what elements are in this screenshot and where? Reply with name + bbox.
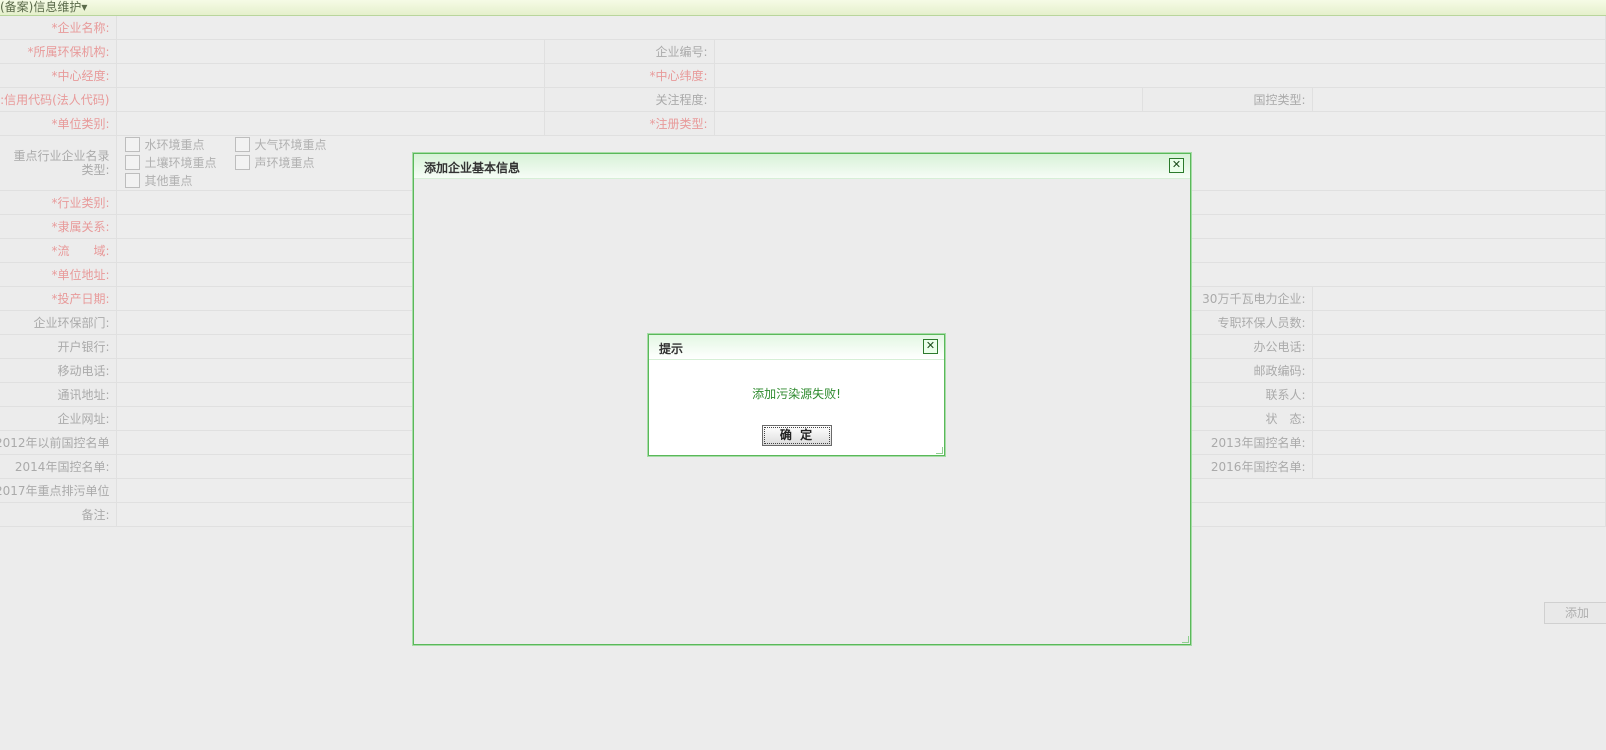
label-key-industry: 重点行业企业名录类型: bbox=[0, 135, 117, 191]
checkbox-soil[interactable]: 土壤环境重点 bbox=[123, 154, 233, 172]
menu-title[interactable]: (备案)信息维护▾ bbox=[0, 0, 87, 15]
label-mobile: 移动电话: bbox=[0, 358, 117, 383]
label-remark: 备注: bbox=[0, 502, 117, 527]
top-menu-bar: (备案)信息维护▾ bbox=[0, 0, 1606, 16]
label-affiliation: *隶属关系: bbox=[0, 214, 117, 239]
checkbox-box[interactable] bbox=[124, 173, 140, 188]
label-center-lat: *中心纬度: bbox=[544, 63, 715, 88]
checkbox-other[interactable]: 其他重点 bbox=[123, 172, 233, 190]
label-list-2014: 2014年国控名单: bbox=[0, 454, 117, 479]
label-website: 企业网址: bbox=[0, 406, 117, 431]
label-attention: 关注程度: bbox=[544, 87, 715, 112]
label-start-date: *投产日期: bbox=[0, 286, 117, 311]
input-control-type[interactable] bbox=[1312, 87, 1606, 112]
input-env-staff[interactable] bbox=[1312, 310, 1606, 335]
resize-handle[interactable] bbox=[1182, 636, 1189, 643]
input-reg-type[interactable] bbox=[714, 111, 1606, 136]
label-company-no: 企业编号: bbox=[544, 39, 715, 64]
checkbox-air[interactable]: 大气环境重点 bbox=[233, 136, 423, 154]
label-bank: 开户银行: bbox=[0, 334, 117, 359]
resize-handle[interactable] bbox=[936, 447, 943, 454]
label-control-type: 国控类型: bbox=[1142, 87, 1313, 112]
input-company-no[interactable] bbox=[714, 39, 1606, 64]
input-list-2016[interactable] bbox=[1312, 454, 1606, 479]
label-center-lng: *中心经度: bbox=[0, 63, 117, 88]
alert-titlebar[interactable]: 提示 ✕ bbox=[649, 335, 944, 360]
label-env-org: *所属环保机构: bbox=[0, 39, 117, 64]
checkbox-box[interactable] bbox=[124, 155, 140, 170]
checkbox-box[interactable] bbox=[234, 137, 250, 152]
ok-button[interactable]: 确 定 bbox=[762, 425, 832, 446]
label-env-dept: 企业环保部门: bbox=[0, 310, 117, 335]
input-center-lng[interactable] bbox=[116, 63, 545, 88]
label-unit-category: *单位类别: bbox=[0, 111, 117, 136]
label-key-2017: 2017年重点排污单位: bbox=[0, 478, 117, 503]
label-company-name: *企业名称: bbox=[0, 16, 117, 40]
checkbox-box[interactable] bbox=[234, 155, 250, 170]
label-mail-address: 通讯地址: bbox=[0, 382, 117, 407]
label-industry-category: *行业类别: bbox=[0, 190, 117, 215]
label-basin: *流 域: bbox=[0, 238, 117, 263]
close-icon[interactable]: ✕ bbox=[1169, 158, 1184, 173]
input-postcode[interactable] bbox=[1312, 358, 1606, 383]
label-list-before-2012: 2012年以前国控名单: bbox=[0, 430, 117, 455]
input-center-lat[interactable] bbox=[714, 63, 1606, 88]
checkbox-noise[interactable]: 声环境重点 bbox=[233, 154, 423, 172]
checkbox-water[interactable]: 水环境重点 bbox=[123, 136, 233, 154]
label-unit-address: *单位地址: bbox=[0, 262, 117, 287]
checkbox-box[interactable] bbox=[124, 137, 140, 152]
input-office-phone[interactable] bbox=[1312, 334, 1606, 359]
alert-dialog: 提示 ✕ 添加污染源失败! 确 定 bbox=[648, 334, 945, 456]
alert-title: 提示 bbox=[659, 342, 684, 356]
label-reg-type: *注册类型: bbox=[544, 111, 715, 136]
input-credit-code[interactable] bbox=[116, 87, 545, 112]
input-power-300k[interactable] bbox=[1312, 286, 1606, 311]
input-status[interactable] bbox=[1312, 406, 1606, 431]
alert-message: 添加污染源失败! bbox=[752, 387, 841, 401]
dialog-titlebar[interactable]: 添加企业基本信息 ✕ bbox=[414, 154, 1190, 179]
add-button[interactable]: 添加 bbox=[1544, 602, 1606, 624]
input-attention[interactable] bbox=[714, 87, 1143, 112]
input-env-org[interactable] bbox=[116, 39, 545, 64]
input-unit-category[interactable] bbox=[116, 111, 545, 136]
label-credit-code: 信用代码(法人代码): bbox=[0, 87, 117, 112]
input-contact[interactable] bbox=[1312, 382, 1606, 407]
input-list-2013[interactable] bbox=[1312, 430, 1606, 455]
input-company-name[interactable] bbox=[116, 16, 1606, 40]
close-icon[interactable]: ✕ bbox=[923, 339, 938, 354]
dialog-title: 添加企业基本信息 bbox=[424, 161, 521, 175]
